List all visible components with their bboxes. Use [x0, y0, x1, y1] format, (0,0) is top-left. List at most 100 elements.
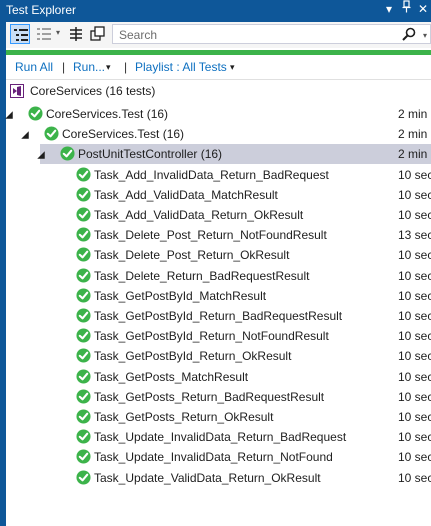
run-dropdown-icon[interactable]: ▾: [106, 62, 111, 73]
group-name: CoreServices.Test (16): [62, 127, 185, 142]
test-row[interactable]: Task_GetPostById_MatchResult 10 sec: [6, 286, 431, 306]
test-name: Task_Update_InvalidData_Return_NotFound: [94, 450, 333, 465]
collapse-arrow-icon[interactable]: [20, 130, 30, 140]
visual-studio-solution-icon: [10, 84, 24, 98]
group-name: CoreServices.Test (16): [46, 107, 169, 121]
solution-header[interactable]: CoreServices (16 tests): [10, 82, 430, 100]
test-duration: 10 sec: [398, 248, 431, 263]
tree-group-row[interactable]: PostUnitTestController (16) 2 min: [37, 144, 431, 165]
test-row[interactable]: Task_Add_InvalidData_Return_BadRequest 10…: [6, 165, 431, 185]
action-separator: |: [124, 60, 128, 74]
test-row[interactable]: Task_GetPosts_MatchResult 10 sec: [6, 367, 431, 387]
test-name: Task_Delete_Return_BadRequestResult: [94, 268, 310, 283]
test-row[interactable]: Task_Add_ValidData_MatchResult 10 sec: [6, 185, 431, 205]
test-duration: 10 sec: [398, 410, 431, 424]
test-row[interactable]: Task_Add_ValidData_Return_OkResult 10 sec: [6, 205, 431, 225]
check-circle-icon: [76, 227, 91, 242]
group-by-list-button[interactable]: [34, 24, 54, 44]
expand-all-button[interactable]: [66, 24, 86, 44]
test-duration: 2 min: [398, 127, 428, 142]
test-row[interactable]: Task_Update_InvalidData_Return_BadReques…: [6, 427, 431, 447]
test-row[interactable]: Task_GetPosts_Return_BadRequestResult 10 …: [6, 387, 431, 407]
close-icon[interactable]: ✕: [418, 2, 428, 16]
copy-icon: [90, 26, 105, 41]
check-circle-icon: [76, 348, 91, 363]
check-circle-icon: [44, 126, 59, 141]
hierarchy-icon: [14, 29, 28, 41]
check-circle-icon: [76, 429, 91, 444]
test-row[interactable]: Task_GetPostById_Return_NotFoundResult 10…: [6, 326, 431, 346]
test-row[interactable]: Task_Update_InvalidData_Return_NotFound 1…: [6, 447, 431, 467]
search-options-dropdown-icon[interactable]: ▾: [423, 31, 427, 40]
window-menu-dropdown-icon[interactable]: ▾: [386, 2, 392, 16]
collapse-arrow-icon[interactable]: [36, 150, 46, 160]
expand-all-icon: [70, 27, 82, 41]
action-separator: |: [62, 60, 66, 74]
test-run-progress-bar: [6, 50, 431, 55]
search-box[interactable]: Search ▾: [112, 24, 431, 44]
test-name: Task_GetPosts_Return_OkResult: [94, 410, 274, 424]
search-input[interactable]: Search: [119, 28, 157, 42]
check-circle-icon: [76, 409, 91, 424]
test-row[interactable]: Task_Delete_Return_BadRequestResult 10 se…: [6, 266, 431, 286]
playlist-link[interactable]: Playlist : All Tests: [135, 60, 227, 74]
test-duration: 10 sec: [398, 450, 431, 465]
run-all-link[interactable]: Run All: [15, 60, 53, 74]
collapse-arrow-icon[interactable]: [4, 110, 14, 120]
group-by-dropdown-icon[interactable]: ▾: [56, 28, 60, 37]
group-by-hierarchy-button[interactable]: [10, 24, 30, 44]
test-row[interactable]: Task_Update_ValidData_Return_OkResult 10 …: [6, 468, 431, 488]
check-circle-icon: [76, 187, 91, 202]
test-row[interactable]: Task_Delete_Post_Return_NotFoundResult 13…: [6, 225, 431, 245]
test-row[interactable]: Task_GetPosts_Return_OkResult 10 sec: [6, 407, 431, 427]
window-title: Test Explorer: [6, 3, 77, 17]
test-duration: 10 sec: [398, 208, 431, 222]
test-name: Task_GetPosts_Return_BadRequestResult: [94, 389, 325, 404]
check-circle-icon: [76, 268, 91, 283]
run-link[interactable]: Run...: [73, 60, 105, 74]
test-duration: 2 min: [398, 147, 428, 162]
check-circle-icon: [28, 106, 43, 121]
copy-button[interactable]: [88, 24, 108, 44]
test-name: Task_GetPostById_Return_BadRequestResult: [94, 309, 343, 323]
divider: [6, 79, 431, 80]
playlist-dropdown-icon[interactable]: ▾: [230, 62, 235, 73]
test-duration: 10 sec: [398, 167, 431, 182]
test-duration: 10 sec: [398, 389, 431, 404]
test-name: Task_Add_InvalidData_Return_BadRequest: [94, 167, 329, 182]
test-name: Task_Update_InvalidData_Return_BadReques…: [94, 430, 347, 445]
group-name: PostUnitTestController (16): [78, 147, 223, 162]
test-name: Task_GetPostById_Return_OkResult: [94, 349, 292, 364]
test-duration: 10 sec: [398, 309, 431, 323]
check-circle-icon: [76, 247, 91, 262]
check-circle-icon: [76, 207, 91, 222]
toolbar: ▾ Search ▾: [6, 22, 431, 48]
test-duration: 13 sec: [398, 228, 431, 243]
test-name: Task_GetPosts_MatchResult: [94, 369, 249, 384]
tree-group-row[interactable]: CoreServices.Test (16) 2 min: [6, 124, 431, 144]
list-icon: [37, 28, 51, 40]
tree-group-row[interactable]: CoreServices.Test (16) 2 min: [4, 104, 431, 124]
test-name: Task_GetPostById_Return_NotFoundResult: [94, 329, 329, 344]
test-row[interactable]: Task_GetPostById_Return_BadRequestResult…: [6, 306, 431, 326]
check-circle-icon: [60, 146, 75, 161]
test-name: Task_Update_ValidData_Return_OkResult: [94, 470, 321, 485]
test-duration: 10 sec: [398, 369, 431, 384]
test-explorer-panel: ▾ Search ▾ Run All | Run... ▾ | Playlist…: [4, 22, 431, 526]
test-duration: 2 min: [398, 107, 428, 121]
title-bar: Test Explorer ▾ ✕: [0, 0, 431, 22]
check-circle-icon: [76, 389, 91, 404]
test-duration: 10 sec: [398, 470, 431, 485]
test-duration: 10 sec: [398, 329, 431, 344]
pin-icon[interactable]: [402, 0, 411, 16]
test-duration: 10 sec: [398, 430, 431, 445]
test-row[interactable]: Task_GetPostById_Return_OkResult 10 sec: [6, 346, 431, 366]
test-name: Task_Delete_Post_Return_OkResult: [94, 248, 290, 263]
test-name: Task_Add_ValidData_MatchResult: [94, 187, 278, 202]
test-row[interactable]: Task_Delete_Post_Return_OkResult 10 sec: [6, 245, 431, 265]
test-name: Task_Delete_Post_Return_NotFoundResult: [94, 228, 327, 243]
search-icon[interactable]: [402, 27, 416, 41]
test-name: Task_Add_ValidData_Return_OkResult: [94, 208, 304, 222]
test-duration: 10 sec: [398, 349, 431, 364]
test-duration: 10 sec: [398, 187, 431, 202]
